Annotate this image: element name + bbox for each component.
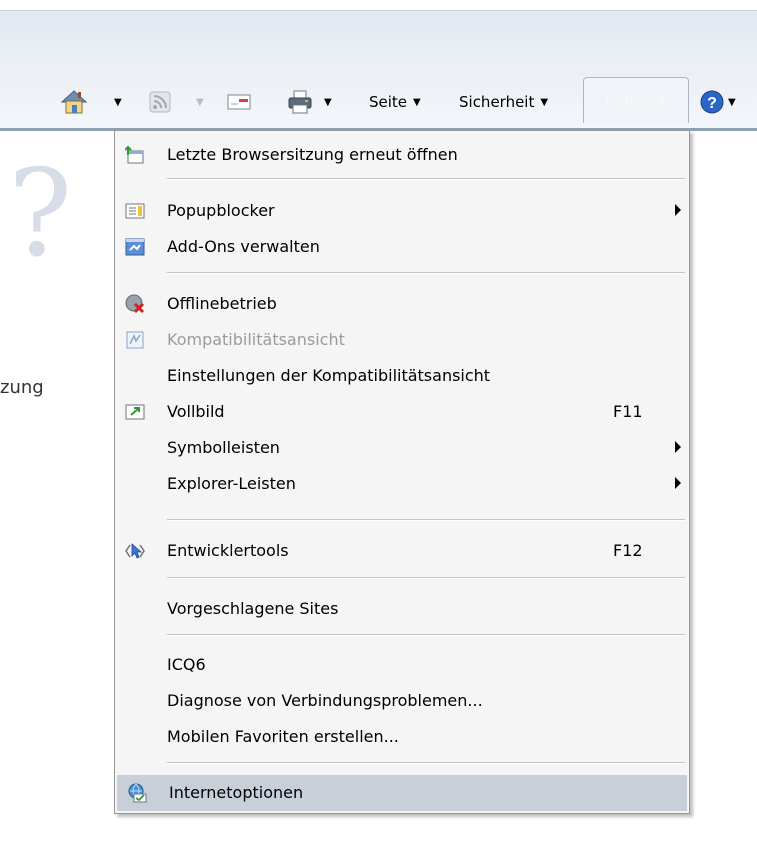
menu-item-label: Entwicklertools: [167, 541, 289, 560]
fullscreen-icon: [125, 404, 145, 420]
tools-menu-button[interactable]: Extras ▼: [583, 77, 689, 123]
menu-item-label: Internetoptionen: [169, 783, 304, 802]
submenu-arrow-icon: [675, 477, 681, 489]
menu-separator: [167, 519, 685, 521]
print-button[interactable]: [286, 82, 314, 122]
menu-item-mobile-favorites[interactable]: Mobilen Favoriten erstellen...: [115, 719, 689, 755]
menu-separator: [167, 178, 685, 180]
dropdown-arrow-icon: ▼: [728, 96, 736, 108]
menu-item-compatibility-settings[interactable]: Einstellungen der Kompatibilitätsansicht: [115, 358, 689, 394]
popup-blocker-icon: [125, 203, 145, 219]
menu-item-icq6[interactable]: ICQ6: [115, 647, 689, 683]
menu-item-shortcut: F11: [613, 402, 643, 421]
svg-text:?: ?: [707, 95, 717, 112]
help-icon: ?: [700, 90, 724, 114]
tools-dropdown-menu: Letzte Browsersitzung erneut öffnen Popu…: [114, 130, 690, 814]
home-dropdown-button[interactable]: ▼: [108, 82, 122, 122]
home-icon: [60, 90, 88, 114]
dropdown-arrow-icon: ▼: [324, 96, 332, 108]
background-question-mark: ?: [8, 145, 73, 284]
menu-item-label: Symbolleisten: [167, 438, 280, 457]
feeds-button[interactable]: [148, 82, 172, 122]
background-partial-text: zung: [0, 377, 44, 398]
menu-item-label: ICQ6: [167, 655, 206, 674]
menu-item-label: Offlinebetrieb: [167, 294, 277, 313]
security-menu-label: Sicherheit: [459, 93, 535, 111]
menu-item-popup-blocker[interactable]: Popupblocker: [115, 193, 689, 229]
menu-separator: [167, 577, 685, 579]
menu-item-label: Einstellungen der Kompatibilitätsansicht: [167, 366, 491, 385]
mail-icon: [227, 94, 251, 110]
compatibility-view-icon: [126, 331, 144, 349]
dropdown-arrow-icon: ▼: [114, 96, 122, 108]
dropdown-arrow-icon: ▼: [658, 95, 667, 106]
menu-item-fullscreen[interactable]: Vollbild F11: [115, 394, 689, 430]
reopen-session-icon: [125, 145, 144, 164]
tools-menu-label: Extras: [605, 91, 653, 110]
print-dropdown-button[interactable]: ▼: [318, 82, 332, 122]
menu-item-label: Mobilen Favoriten erstellen...: [167, 727, 399, 746]
submenu-arrow-icon: [675, 441, 681, 453]
menu-item-shortcut: F12: [613, 541, 643, 560]
offline-icon: [125, 294, 145, 314]
developer-tools-icon: [125, 543, 145, 559]
menu-item-label: Letzte Browsersitzung erneut öffnen: [167, 145, 458, 164]
menu-item-explorer-bars[interactable]: Explorer-Leisten: [115, 466, 689, 502]
dropdown-arrow-icon: ▼: [413, 96, 421, 108]
dropdown-arrow-icon: ▼: [540, 96, 549, 108]
menu-item-label: Explorer-Leisten: [167, 474, 296, 493]
internet-options-icon: [128, 783, 147, 803]
menu-item-reopen-session[interactable]: Letzte Browsersitzung erneut öffnen: [115, 137, 689, 173]
menu-item-offline[interactable]: Offlinebetrieb: [115, 286, 689, 322]
menu-separator: [167, 634, 685, 636]
feeds-dropdown-button[interactable]: ▼: [190, 82, 204, 122]
feeds-icon: [149, 91, 171, 113]
menu-item-label: Vollbild: [167, 402, 225, 421]
mail-button[interactable]: [226, 82, 252, 122]
home-button[interactable]: [60, 82, 88, 122]
dropdown-arrow-icon: ▼: [196, 96, 204, 108]
page-menu-button[interactable]: Seite ▼: [369, 82, 421, 122]
menu-item-label: Vorgeschlagene Sites: [167, 599, 339, 618]
menu-item-suggested-sites[interactable]: Vorgeschlagene Sites: [115, 591, 689, 627]
menu-separator: [167, 762, 685, 764]
menu-item-diagnose-connection[interactable]: Diagnose von Verbindungsproblemen...: [115, 683, 689, 719]
submenu-arrow-icon: [675, 204, 681, 216]
menu-separator: [167, 272, 685, 274]
print-icon: [288, 90, 312, 114]
security-menu-button[interactable]: Sicherheit ▼: [459, 82, 548, 122]
page-menu-label: Seite: [369, 93, 408, 111]
menu-item-developer-tools[interactable]: Entwicklertools F12: [115, 533, 689, 569]
menu-item-label: Diagnose von Verbindungsproblemen...: [167, 691, 483, 710]
menu-item-toolbars[interactable]: Symbolleisten: [115, 430, 689, 466]
help-menu-button[interactable]: ? ▼: [699, 82, 736, 122]
menu-item-label: Kompatibilitätsansicht: [167, 330, 345, 349]
menu-item-compatibility-view[interactable]: Kompatibilitätsansicht: [115, 322, 689, 358]
menu-item-internet-options[interactable]: Internetoptionen: [117, 775, 687, 811]
menu-item-manage-addons[interactable]: Add-Ons verwalten: [115, 229, 689, 265]
menu-item-label: Add-Ons verwalten: [167, 237, 320, 256]
addons-icon: [125, 238, 145, 256]
menu-item-label: Popupblocker: [167, 201, 275, 220]
